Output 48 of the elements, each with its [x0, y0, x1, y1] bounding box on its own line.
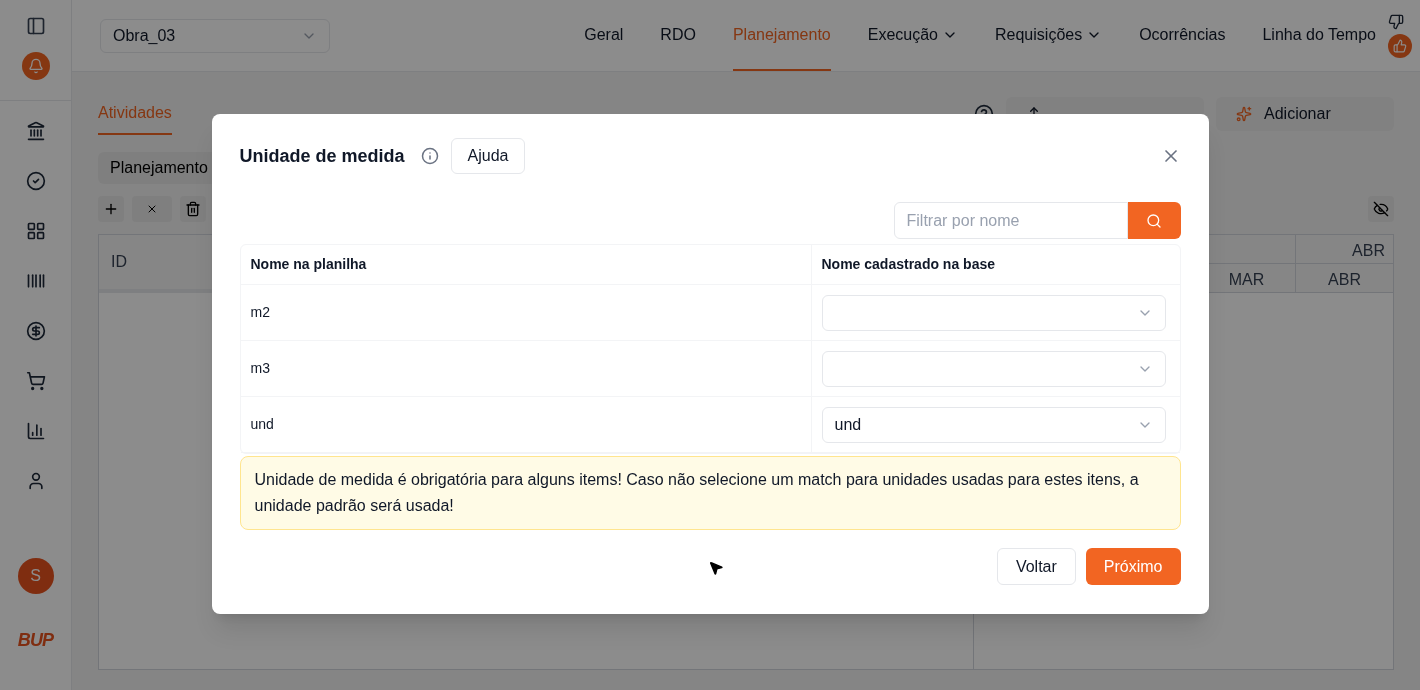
eye-off-icon: [1373, 201, 1389, 217]
next-button[interactable]: Próximo: [1085, 548, 1181, 585]
mouse-cursor-icon: [707, 560, 724, 576]
dollar-icon[interactable]: [25, 321, 46, 341]
nav-tab[interactable]: Requisições: [995, 0, 1103, 71]
bar-chart-icon[interactable]: [25, 421, 46, 441]
grid-icon[interactable]: [25, 221, 46, 241]
plus-icon: [103, 201, 119, 217]
thumbs-up-button[interactable]: [1388, 33, 1412, 58]
search-field[interactable]: Filtrar por nome: [893, 202, 1128, 239]
warning-alert: Unidade de medida é obrigatória para alguns items! Caso não selecione um match para unidades usadas para estes itens, a unidade padrão será usada!: [239, 456, 1181, 530]
nav-tab[interactable]: Execução: [867, 0, 958, 71]
project-select[interactable]: Obra_03: [100, 18, 330, 53]
nav-tab[interactable]: Linha do Tempo: [1262, 0, 1376, 71]
info-icon[interactable]: [420, 147, 439, 165]
thumbs-up-icon: [1393, 38, 1407, 53]
month-header: ABR: [1295, 264, 1393, 292]
logo: BUP: [17, 629, 54, 652]
back-button[interactable]: Voltar: [996, 548, 1076, 585]
month-header: ABR: [1295, 235, 1393, 263]
cart-icon[interactable]: [25, 371, 46, 391]
thumbs-down-icon[interactable]: [1388, 13, 1404, 30]
nav-tab[interactable]: RDO: [660, 0, 696, 71]
panel-toggle-icon[interactable]: [25, 16, 46, 36]
column-header: ID: [111, 252, 127, 272]
table-cell: m2: [240, 285, 812, 340]
table-cell: und: [240, 397, 812, 452]
unit-select[interactable]: und: [821, 406, 1166, 443]
x-icon: [146, 203, 158, 215]
notification-button[interactable]: [21, 52, 50, 80]
column-header: Nome na planilha: [240, 245, 812, 284]
check-circle-icon[interactable]: [25, 171, 46, 191]
delete-button[interactable]: [180, 196, 206, 222]
bank-icon[interactable]: [25, 121, 46, 141]
column-header: Nome cadastrado na base: [820, 255, 996, 274]
table-cell: m3: [240, 341, 812, 396]
sparkle-icon: [1236, 106, 1252, 122]
nav-tab[interactable]: Geral: [584, 0, 624, 71]
help-button[interactable]: Ajuda: [450, 138, 526, 174]
search-icon: [1146, 212, 1162, 229]
barcode-icon[interactable]: [25, 271, 46, 291]
nav-tab[interactable]: Ocorrências: [1139, 0, 1226, 71]
add-button[interactable]: [98, 196, 124, 222]
search-button[interactable]: [1127, 202, 1181, 239]
trash-icon: [185, 201, 201, 217]
bell-icon: [27, 58, 44, 74]
hide-button[interactable]: [1368, 196, 1394, 222]
action-button[interactable]: Adicionar: [1216, 97, 1394, 131]
